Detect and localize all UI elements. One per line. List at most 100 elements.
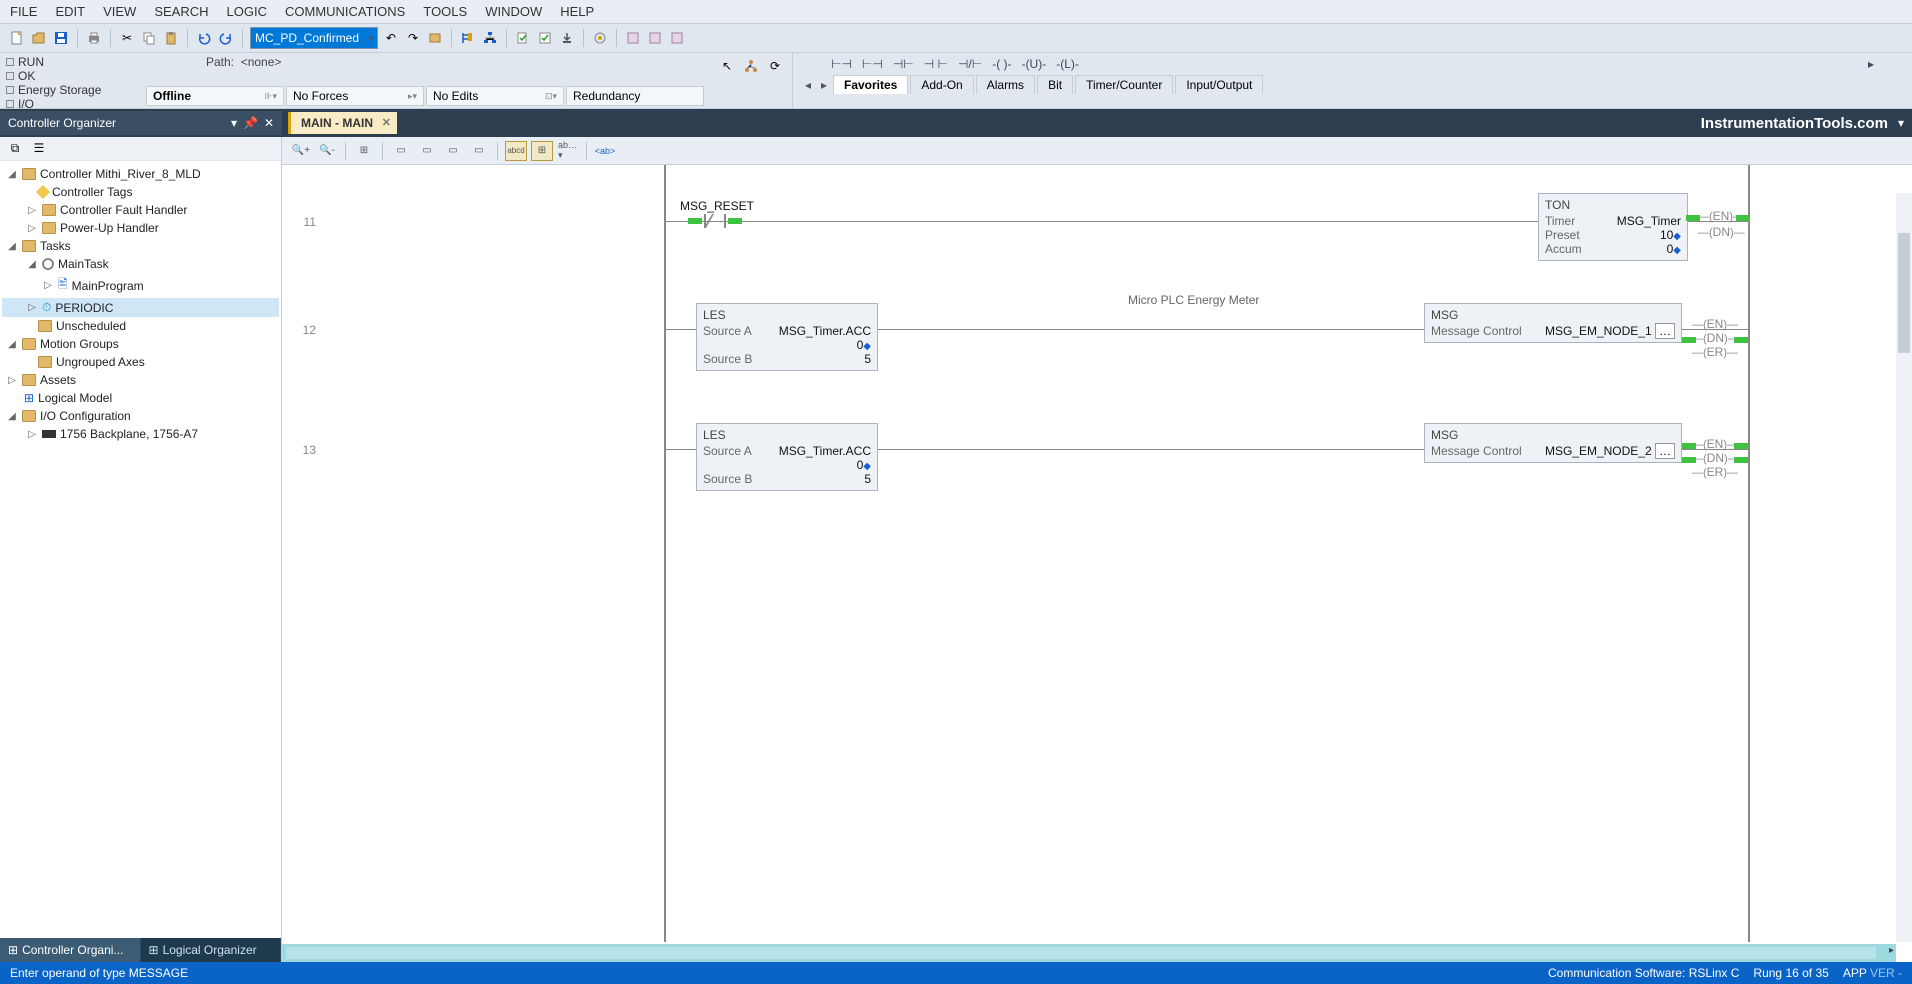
tree-powerup[interactable]: ▷Power-Up Handler [2,219,279,237]
ed-btn-4[interactable]: ▭ [442,141,464,161]
tag-combo[interactable]: MC_PD_Confirmed [250,27,378,49]
tree-maintask[interactable]: ◢MainTask [2,255,279,273]
ed-btn-abcd[interactable]: abcd [505,141,527,161]
new-icon[interactable] [8,29,26,47]
menu-communications[interactable]: COMMUNICATIONS [285,4,405,19]
goto-prev-icon[interactable]: ↶ [382,29,400,47]
misc2-icon[interactable] [646,29,664,47]
tab-io[interactable]: Input/Output [1175,75,1263,94]
ed-btn-xref[interactable]: <ab> [594,141,616,161]
tab-favorites[interactable]: Favorites [833,75,908,94]
msg-block-2[interactable]: MSG Message ControlMSG_EM_NODE_2 … [1424,423,1682,463]
tree-assets[interactable]: ▷Assets [2,371,279,389]
tree-fault-handler[interactable]: ▷Controller Fault Handler [2,201,279,219]
msg-config-button[interactable]: … [1655,443,1675,459]
ed-btn-5[interactable]: ▭ [468,141,490,161]
ed-btn-3[interactable]: ▭ [416,141,438,161]
tree-controller[interactable]: ◢Controller Mithi_River_8_MLD [2,165,279,183]
inst-icon-6[interactable]: -( )- [992,57,1011,71]
tab-scroll-right-icon[interactable]: ▸ [817,78,831,92]
menu-logic[interactable]: LOGIC [227,4,267,19]
tree-icon[interactable] [459,29,477,47]
organizer-close-icon[interactable]: ✕ [264,116,274,130]
build-icon[interactable] [536,29,554,47]
menu-window[interactable]: WINDOW [485,4,542,19]
noedits-label[interactable]: No Edits [433,89,478,103]
tree-ungrouped-axes[interactable]: Ungrouped Axes [2,353,279,371]
tree-tasks[interactable]: ◢Tasks [2,237,279,255]
ladder-canvas[interactable]: 11 MSG_RESET TON TimerMSG_Timer Preset10… [282,165,1912,962]
organizer-pin-icon[interactable]: 📌 [243,116,258,130]
organizer-dropdown-icon[interactable]: ▾ [231,116,237,130]
open-icon[interactable] [30,29,48,47]
bottom-tab-controller[interactable]: ⊞Controller Organi... [0,938,141,962]
msg-block-1[interactable]: MSG Message ControlMSG_EM_NODE_1 … [1424,303,1682,343]
hierarchy-icon[interactable] [481,29,499,47]
inst-icon-7[interactable]: -(U)- [1022,57,1047,71]
zoom-out-icon[interactable]: 🔍- [316,141,338,161]
misc1-icon[interactable] [624,29,642,47]
save-icon[interactable] [52,29,70,47]
print-icon[interactable] [85,29,103,47]
misc3-icon[interactable] [668,29,686,47]
tab-timer[interactable]: Timer/Counter [1075,75,1173,94]
menu-search[interactable]: SEARCH [154,4,208,19]
tree-mainprogram[interactable]: ▷🖹MainProgram [2,273,279,298]
tree-backplane[interactable]: ▷1756 Backplane, 1756-A7 [2,425,279,443]
controller-tree[interactable]: ◢Controller Mithi_River_8_MLD Controller… [0,161,281,938]
inst-icon-5[interactable]: ⊣/⊢ [958,57,982,71]
inst-icon-1[interactable]: ⊢⊣ [831,57,852,71]
offline-label[interactable]: Offline [153,89,191,103]
contact-msg-reset[interactable] [688,212,742,230]
inst-icon-2[interactable]: ⊢⊣ [862,57,883,71]
tab-bit[interactable]: Bit [1037,75,1073,94]
copy-icon[interactable] [140,29,158,47]
tree-unscheduled[interactable]: Unscheduled [2,317,279,335]
tree-motion-groups[interactable]: ◢Motion Groups [2,335,279,353]
inst-icon-9[interactable]: ▸ [1868,57,1874,71]
verify-icon[interactable] [514,29,532,47]
tab-alarms[interactable]: Alarms [976,75,1035,94]
tab-scroll-left-icon[interactable]: ◂ [801,78,815,92]
tag-msg-reset[interactable]: MSG_RESET [680,199,754,213]
vertical-scrollbar[interactable] [1896,193,1912,942]
redo-icon[interactable] [217,29,235,47]
organizer-view2-icon[interactable]: ☰ [30,139,48,157]
ed-btn-tag[interactable]: ⊞ [531,141,553,161]
bottom-tab-logical[interactable]: ⊞Logical Organizer [141,938,282,962]
ed-btn-ab[interactable]: ab… ▾ [557,141,579,161]
horizontal-scrollbar[interactable]: ▸ [282,944,1896,962]
redundancy-label[interactable]: Redundancy [573,89,640,103]
tree-periodic[interactable]: ▷⏱PERIODIC [2,298,279,317]
online-icon[interactable] [591,29,609,47]
msg-config-button[interactable]: … [1655,323,1675,339]
organizer-view1-icon[interactable]: ⧉ [6,139,24,157]
menu-tools[interactable]: TOOLS [423,4,467,19]
menu-edit[interactable]: EDIT [55,4,85,19]
download-icon[interactable] [558,29,576,47]
browse-icon[interactable] [426,29,444,47]
document-tab-main[interactable]: MAIN - MAIN✕ [288,112,397,134]
zoom-in-icon[interactable]: 🔍+ [290,141,312,161]
goto-next-icon[interactable]: ↷ [404,29,422,47]
undo-icon[interactable] [195,29,213,47]
refresh-icon[interactable]: ⟳ [766,57,784,75]
paste-icon[interactable] [162,29,180,47]
les-block-2[interactable]: LES Source AMSG_Timer.ACC 0◆ Source B5 [696,423,878,491]
who-active-icon[interactable]: ↖ [718,57,736,75]
network-icon[interactable] [742,57,760,75]
ed-btn-2[interactable]: ▭ [390,141,412,161]
inst-icon-3[interactable]: ⊣⊢ [893,57,914,71]
noforces-label[interactable]: No Forces [293,89,348,103]
close-tab-icon[interactable]: ✕ [382,116,391,129]
cut-icon[interactable]: ✂ [118,29,136,47]
les-block-1[interactable]: LES Source AMSG_Timer.ACC 0◆ Source B5 [696,303,878,371]
tab-addon[interactable]: Add-On [910,75,973,94]
menu-view[interactable]: VIEW [103,4,136,19]
inst-icon-4[interactable]: ⊣ ⊢ [924,57,948,71]
ton-block[interactable]: TON TimerMSG_Timer Preset10◆ Accum0◆ [1538,193,1688,261]
tree-io-config[interactable]: ◢I/O Configuration [2,407,279,425]
tree-controller-tags[interactable]: Controller Tags [2,183,279,201]
tree-logical-model[interactable]: ⊞Logical Model [2,389,279,407]
brand-dropdown-icon[interactable]: ▾ [1898,116,1904,130]
